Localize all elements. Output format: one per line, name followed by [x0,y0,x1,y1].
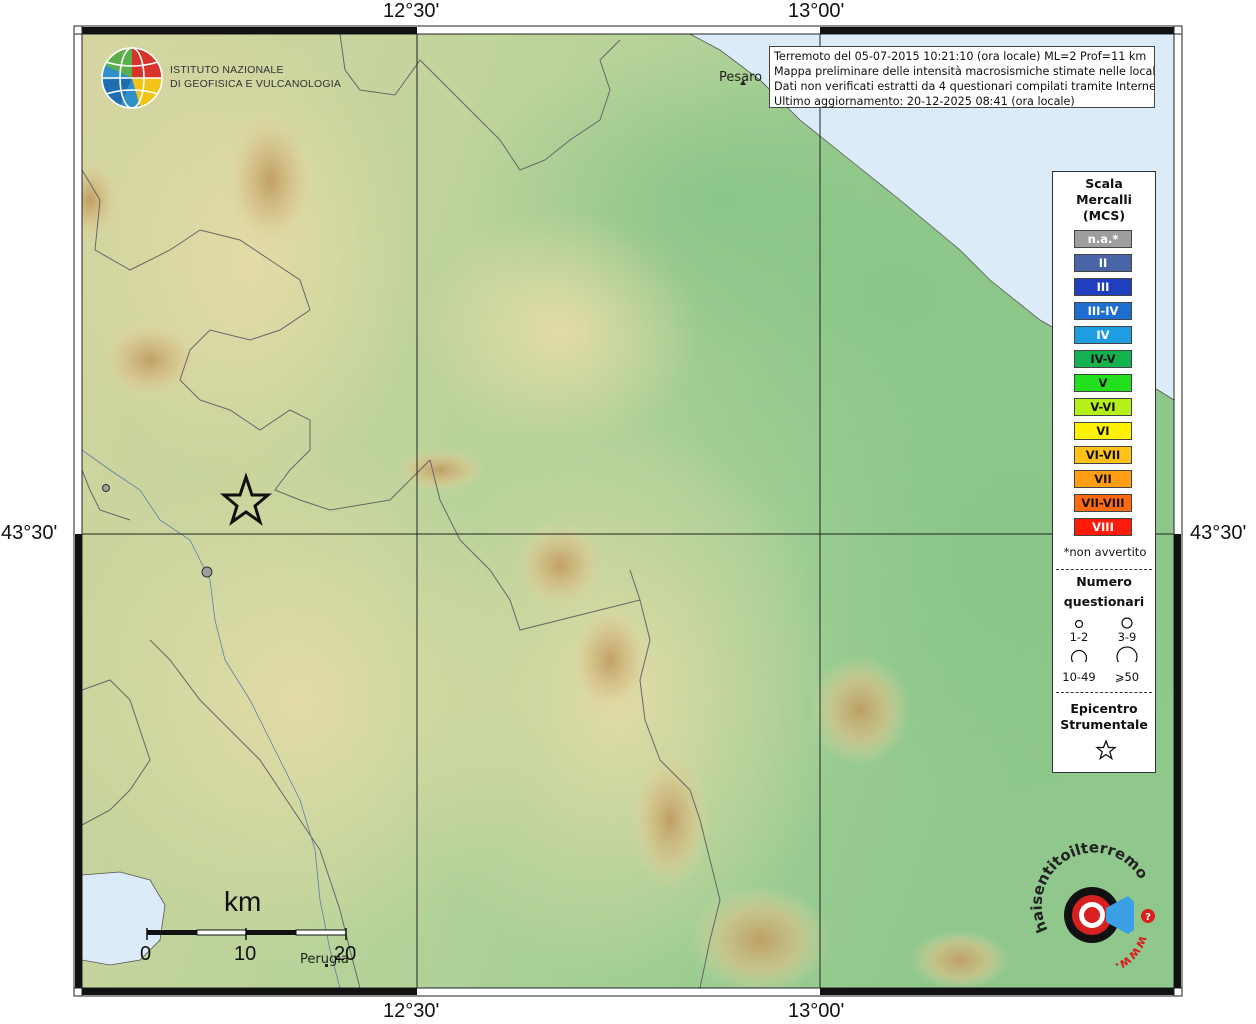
legend-separator-1 [1056,569,1152,570]
questionnaires-title-line1: Numero [1076,574,1132,589]
intensity-swatch-vi-vii: VI-VII [1074,446,1132,464]
intensity-swatch-n-a: n.a.* [1074,230,1132,248]
q-label-50: ⩾50 [1114,670,1140,684]
q-label-3-9: 3-9 [1117,630,1137,644]
legend-title-line1: Scala [1085,176,1123,191]
lon-label-top-right: 13°00' [788,0,845,22]
q-label-10-49: 10-49 [1062,670,1096,684]
svg-text:haisentitoilterremoto.it: haisentitoilterremoto.it [0,0,1152,936]
info-line-3: Dati non verificati estratti da 4 questi… [774,80,1154,93]
scale-unit: km [224,886,262,917]
q-size-50-icon [1116,646,1138,662]
lon-label-top-left: 12°30' [383,0,440,22]
non-felt-note: *non avvertito [1063,545,1147,559]
info-line-1: Terremoto del 05-07-2015 10:21:10 (ora l… [774,50,1147,63]
intensity-swatch-vii: VII [1074,470,1132,488]
intensity-swatch-vi: VI [1074,422,1132,440]
haisentito-text: haisentitoilterremoto.it [0,0,1152,936]
legend-separator-2 [1056,692,1152,693]
q-size-10-49-icon [1070,649,1088,662]
city-label-pesaro: Pesaro [719,70,763,85]
intensity-swatch-iii: III [1074,278,1132,296]
legend-epicenter-star-icon [1095,739,1117,761]
haisentito-www: www. [1112,933,1150,974]
institute-name: ISTITUTO NAZIONALE DI GEOFISICA E VULCAN… [170,63,341,91]
lat-label-left: 43°30' [1,522,58,544]
intensity-swatch-iii-iv: III-IV [1074,302,1132,320]
epicenter-title-line1: Epicentro [1070,701,1138,716]
epicenter-title-line2: Strumentale [1060,717,1148,732]
intensity-swatch-ii: II [1074,254,1132,272]
intensity-swatch-iv: IV [1074,326,1132,344]
info-line-4: Ultimo aggiornamento: 20-12-2025 08:41 (… [774,95,1075,108]
institute-name-line1: ISTITUTO NAZIONALE [170,64,284,76]
q-label-1-2: 1-2 [1069,630,1089,644]
scale-label-10: 10 [234,943,257,965]
info-line-2: Mappa preliminare delle intensità macros… [774,65,1154,78]
institute-name-line2: DI GEOFISICA E VULCANOLOGIA [170,78,342,90]
questionnaires-title-line2: questionari [1063,594,1145,609]
svg-text:www.: www. [1112,933,1150,974]
intensity-swatch-iv-v: IV-V [1074,350,1132,368]
legend-title-line2: Mercalli [1076,192,1132,207]
scale-label-0: 0 [140,943,152,965]
q-size-3-9-icon [1121,617,1133,629]
intensity-swatch-v-vi: V-VI [1074,398,1132,416]
scale-label-20: 20 [334,943,357,965]
intensity-swatch-vii-viii: VII-VIII [1074,494,1132,512]
event-info-box: Terremoto del 05-07-2015 10:21:10 (ora l… [769,46,1155,108]
mcs-legend: Scala Mercalli (MCS) n.a.* II III III-IV IV I… [1052,171,1156,773]
legend-title-line3: (MCS) [1082,208,1126,223]
lon-label-bottom-right: 13°00' [788,1000,845,1022]
q-size-1-2-icon [1074,619,1084,629]
intensity-swatch-v: V [1074,374,1132,392]
intensity-swatch-viii: VIII [1074,518,1132,536]
lat-label-right: 43°30' [1190,522,1247,544]
lon-label-bottom-left: 12°30' [383,1000,440,1022]
